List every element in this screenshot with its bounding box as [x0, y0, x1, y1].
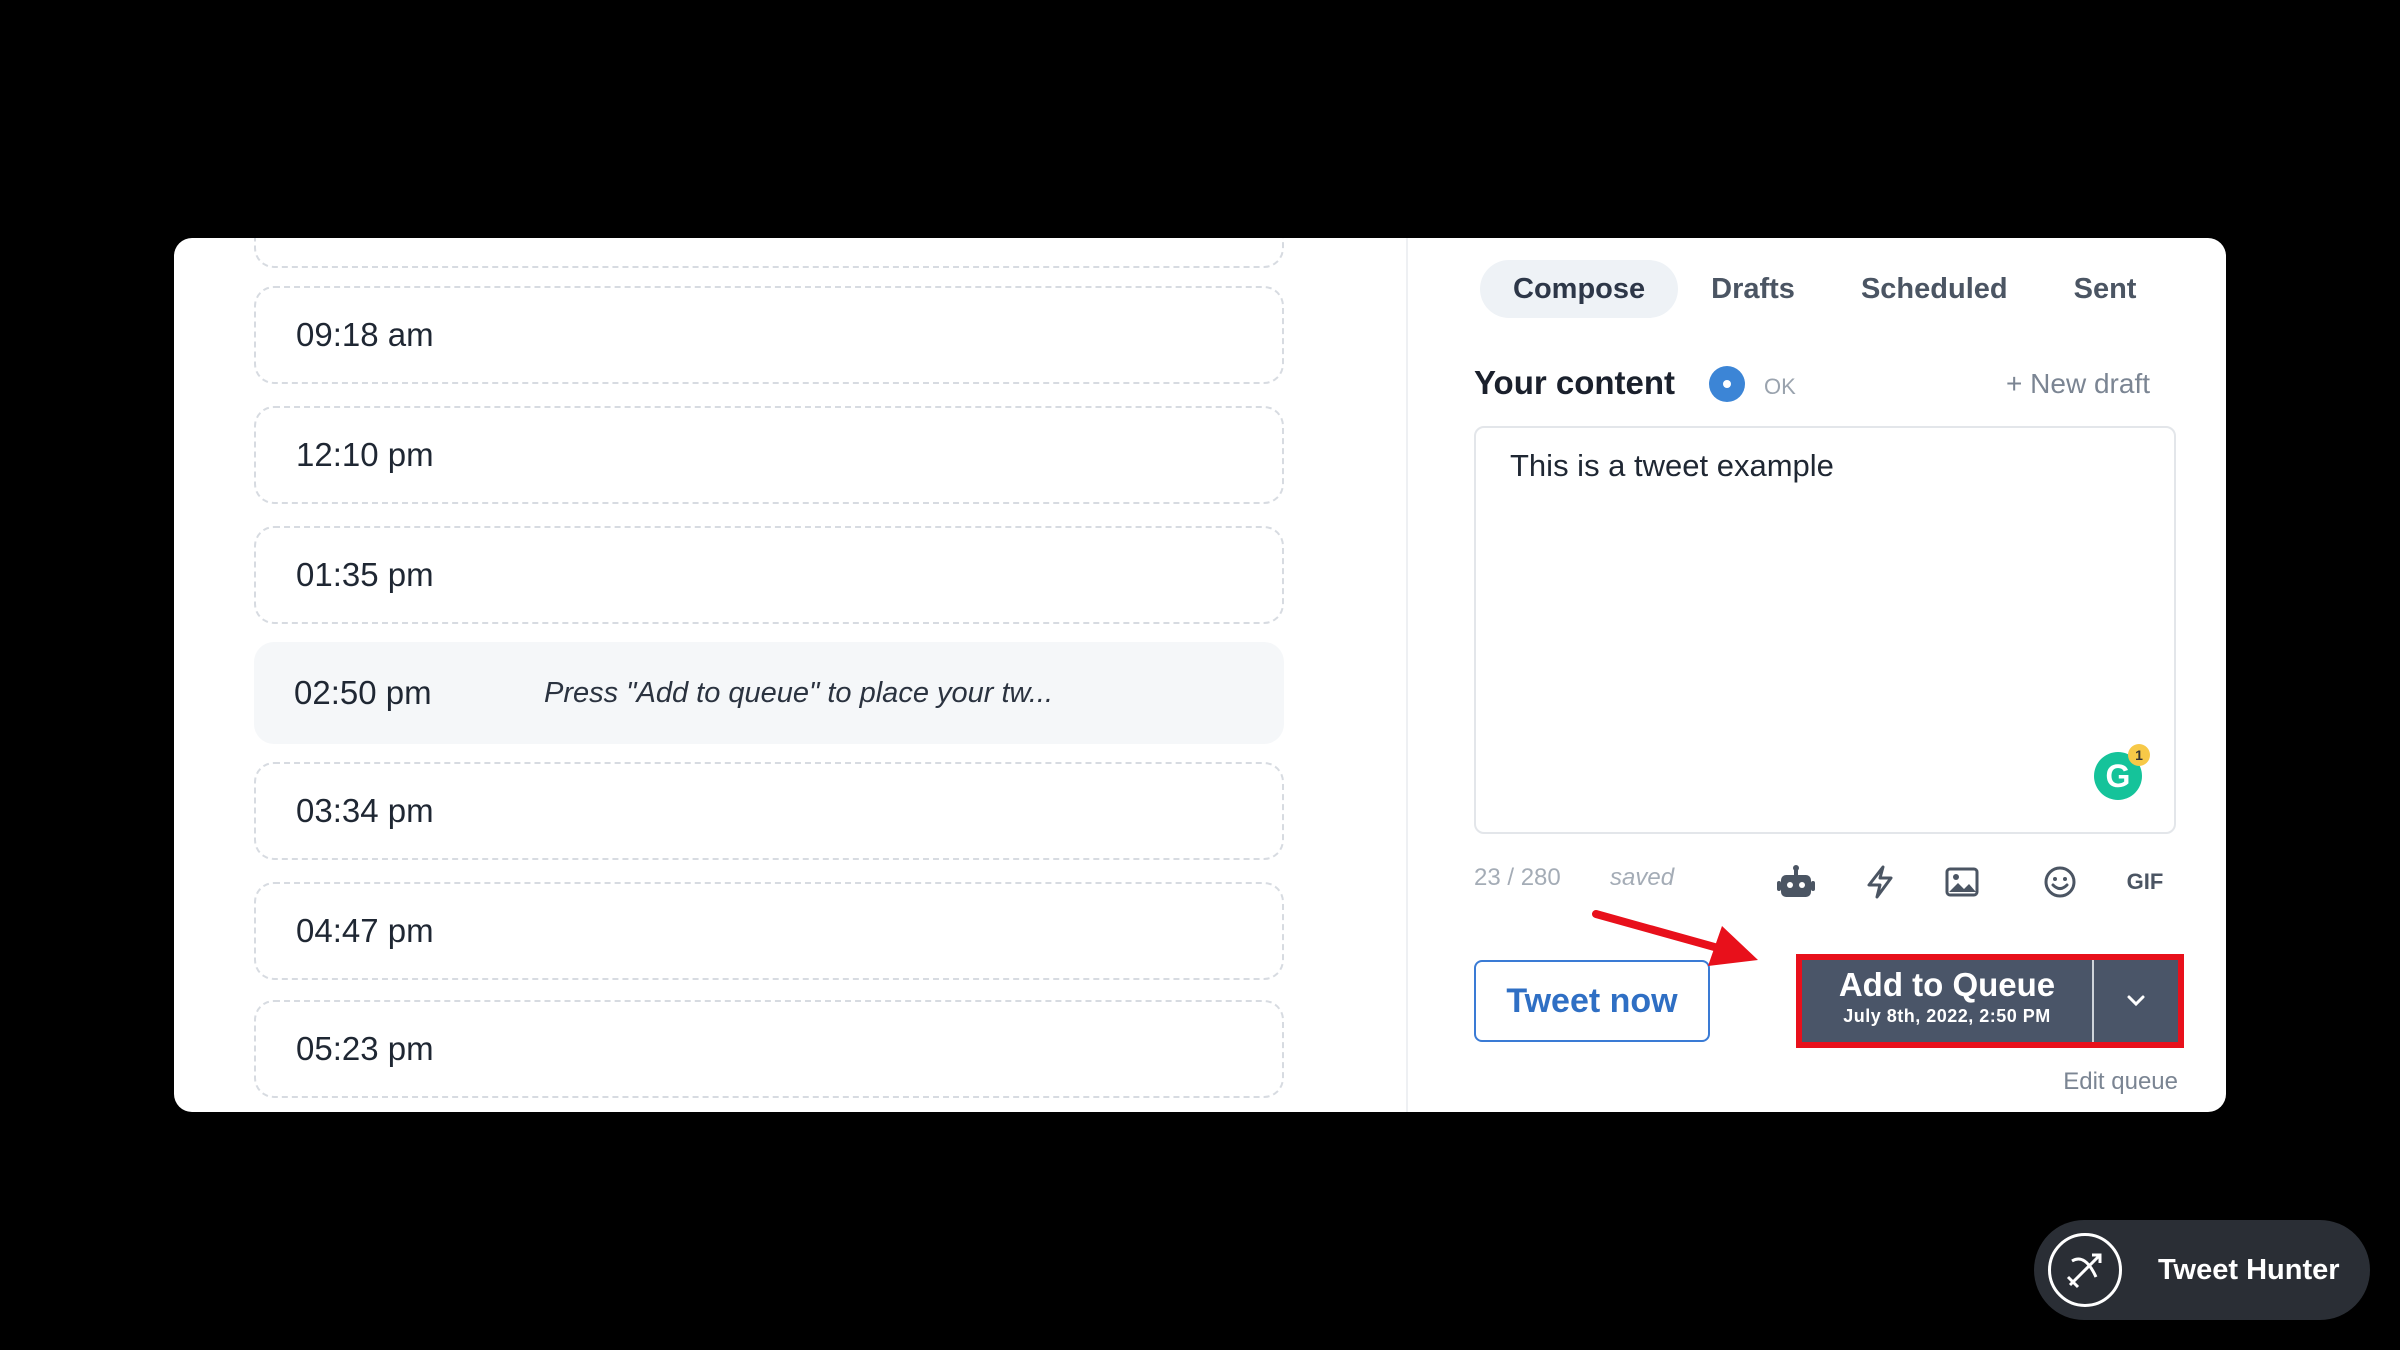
grammarly-badge: 1 [2128, 744, 2150, 766]
grammarly-icon[interactable]: G 1 [2094, 744, 2150, 800]
bow-arrow-icon [2048, 1233, 2122, 1307]
red-arrow-annotation [1592, 910, 1758, 966]
tab-sent[interactable]: Sent [2041, 260, 2170, 318]
time-slot[interactable]: 09:18 am [254, 286, 1284, 384]
time-slot[interactable]: 04:47 pm [254, 882, 1284, 980]
time-slot[interactable]: 03:34 pm [254, 762, 1284, 860]
composer-tabs: Compose Drafts Scheduled Sent [1480, 260, 2169, 318]
add-to-queue-highlight: Add to Queue July 8th, 2022, 2:50 PM [1796, 954, 2184, 1048]
status-text: OK [1764, 374, 1796, 399]
tweet-now-button[interactable]: Tweet now [1474, 960, 1710, 1042]
time-slot[interactable]: 05:23 pm [254, 1000, 1284, 1098]
slot-hint: Press "Add to queue" to place your tw... [544, 676, 1054, 709]
brand-name: Tweet Hunter [2158, 1253, 2340, 1286]
tab-compose[interactable]: Compose [1480, 260, 1679, 318]
tab-scheduled[interactable]: Scheduled [1828, 260, 2041, 318]
queue-options-dropdown[interactable] [2094, 960, 2178, 1042]
slot-time: 09:18 am [296, 316, 434, 353]
emoji-icon[interactable] [2040, 862, 2080, 902]
tweet-editor[interactable]: This is a tweet example G 1 [1474, 426, 2176, 834]
slot-time: 01:35 pm [296, 556, 434, 593]
time-slot[interactable]: 01:35 pm [254, 526, 1284, 624]
tab-drafts[interactable]: Drafts [1678, 260, 1828, 318]
tweet-text[interactable]: This is a tweet example [1510, 448, 1834, 484]
queue-schedule-list: 09:18 am 12:10 pm 01:35 pm 02:50 pm Pres… [174, 238, 1406, 1112]
gif-button[interactable]: GIF [2122, 862, 2168, 902]
slot-time: 02:50 pm [294, 674, 432, 711]
robot-icon[interactable] [1776, 862, 1816, 902]
add-to-queue-button[interactable]: Add to Queue July 8th, 2022, 2:50 PM [1802, 960, 2092, 1042]
column-divider [1406, 238, 1408, 1112]
slot-time: 03:34 pm [296, 792, 434, 829]
time-slot-partial[interactable] [254, 238, 1284, 268]
slot-time: 04:47 pm [296, 912, 434, 949]
character-counter: 23 / 280 [1474, 864, 1561, 891]
image-icon[interactable] [1942, 862, 1982, 902]
content-label: Your content [1474, 364, 1676, 401]
status-indicator-icon [1709, 366, 1745, 402]
new-draft-link[interactable]: + New draft [2006, 368, 2150, 400]
slot-time: 12:10 pm [296, 436, 434, 473]
slot-time: 05:23 pm [296, 1030, 434, 1067]
time-slot[interactable]: 12:10 pm [254, 406, 1284, 504]
edit-queue-link[interactable]: Edit queue [2063, 1068, 2178, 1096]
save-status: saved [1610, 864, 1675, 891]
queue-button-time: July 8th, 2022, 2:50 PM [1843, 1006, 2051, 1026]
chevron-down-icon [2127, 995, 2145, 1007]
time-slot-selected[interactable]: 02:50 pm Press "Add to queue" to place y… [254, 642, 1284, 744]
composer-panel: 09:18 am 12:10 pm 01:35 pm 02:50 pm Pres… [174, 238, 2226, 1112]
lightning-icon[interactable] [1860, 862, 1900, 902]
tweet-hunter-badge: Tweet Hunter [2034, 1220, 2370, 1320]
queue-button-label: Add to Queue [1838, 966, 2056, 1003]
